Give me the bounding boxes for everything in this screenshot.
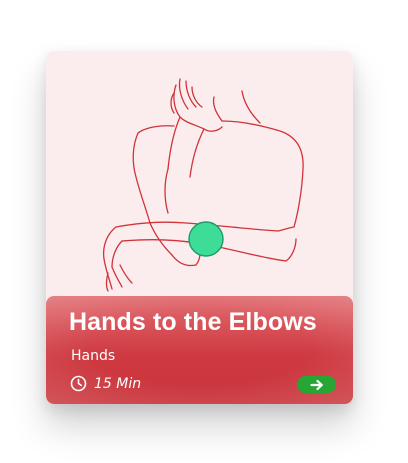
start-exercise-button[interactable] [297, 376, 336, 393]
arms-crossed-illustration [46, 51, 353, 304]
clock-icon [70, 375, 87, 392]
exercise-duration: 15 Min [70, 375, 141, 392]
exercise-title: Hands to the Elbows [69, 308, 317, 336]
arrow-right-icon [309, 379, 323, 390]
exercise-category: Hands [71, 348, 116, 364]
highlight-marker [188, 221, 224, 257]
exercise-info-panel: Hands to the Elbows Hands 15 Min [46, 296, 353, 404]
screen: Hands to the Elbows Hands 15 Min [0, 0, 408, 463]
exercise-card[interactable]: Hands to the Elbows Hands 15 Min [46, 51, 353, 404]
duration-text: 15 Min [94, 375, 142, 392]
